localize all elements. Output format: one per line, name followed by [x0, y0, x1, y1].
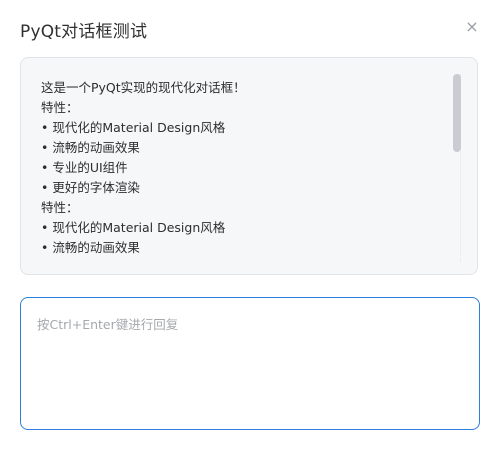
message-line: • 现代化的Material Design风格	[41, 220, 226, 235]
message-line: 特性：	[41, 200, 79, 215]
reply-input[interactable]	[20, 297, 480, 430]
message-line: • 更好的字体渲染	[41, 180, 140, 195]
message-line: • 流畅的动画效果	[41, 240, 140, 255]
title-bar: PyQt对话框测试 ×	[0, 0, 500, 56]
scrollbar-thumb[interactable]	[453, 74, 461, 152]
message-text: 这是一个PyQt实现的现代化对话框！ 特性： • 现代化的Material De…	[41, 78, 451, 258]
message-line: • 现代化的Material Design风格	[41, 120, 226, 135]
dialog-title: PyQt对话框测试	[20, 22, 148, 42]
message-line: • 专业的UI组件	[41, 160, 128, 175]
message-line: 特性：	[41, 100, 79, 115]
message-line: • 流畅的动画效果	[41, 140, 140, 155]
message-line: 这是一个PyQt实现的现代化对话框！	[41, 80, 246, 95]
message-panel: 这是一个PyQt实现的现代化对话框！ 特性： • 现代化的Material De…	[20, 57, 478, 275]
close-icon[interactable]: ×	[462, 17, 482, 37]
